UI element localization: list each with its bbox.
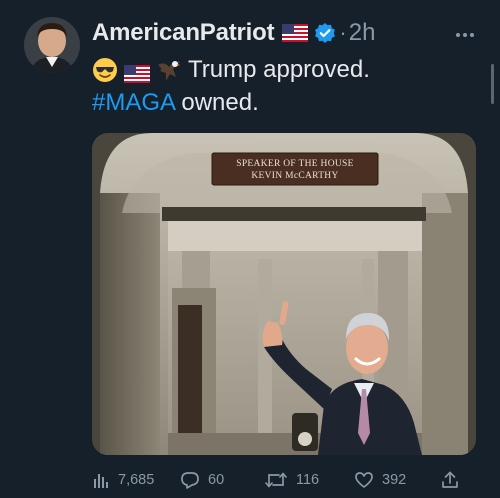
tweet-text-line2: #MAGA owned. (92, 88, 259, 118)
like-count: 392 (382, 472, 407, 488)
heart-icon (355, 472, 373, 488)
sign-line1: SPEAKER OF THE HOUSE (236, 159, 353, 169)
reply-bubble-icon (181, 472, 199, 489)
us-flag-emoji-icon (124, 61, 150, 83)
verified-badge-icon[interactable] (314, 22, 336, 44)
tweet-text-owned: owned. (174, 89, 259, 116)
sunglasses-emoji-icon (92, 57, 118, 83)
views-count: 7,685 (118, 472, 155, 488)
retweet-icon (265, 472, 287, 488)
views-button[interactable]: 7,685 (92, 466, 154, 494)
tweet-header: AmericanPatriot · 2h (92, 18, 375, 48)
display-name[interactable]: AmericanPatriot (92, 19, 275, 47)
avatar[interactable] (24, 17, 80, 73)
share-icon (442, 471, 458, 488)
tweet-card[interactable]: AmericanPatriot · 2h Trump approved. #MA… (0, 0, 500, 498)
like-button[interactable]: 392 (354, 466, 406, 494)
tweet-text-line1: Trump approved. (92, 55, 370, 85)
views-bar-chart-icon (94, 474, 108, 488)
eagle-emoji-icon (156, 57, 182, 83)
scrollbar[interactable] (491, 64, 494, 104)
tweet-actions: 7,685 60 116 392 (92, 466, 472, 494)
retweet-count: 116 (296, 472, 320, 488)
sign-line2: KEVIN McCARTHY (251, 171, 338, 181)
tweet-text-approved: Trump approved. (188, 56, 370, 83)
us-flag-icon (282, 24, 309, 42)
retweet-button[interactable]: 116 (264, 466, 319, 494)
reply-button[interactable]: 60 (180, 466, 224, 494)
timestamp[interactable]: 2h (349, 19, 376, 47)
more-options-icon[interactable] (455, 26, 475, 37)
header-separator: · (339, 20, 347, 45)
hashtag-link[interactable]: #MAGA (92, 89, 175, 116)
tweet-image[interactable]: SPEAKER OF THE HOUSE KEVIN McCARTHY (92, 133, 476, 455)
share-button[interactable] (440, 466, 468, 494)
reply-count: 60 (208, 472, 225, 488)
